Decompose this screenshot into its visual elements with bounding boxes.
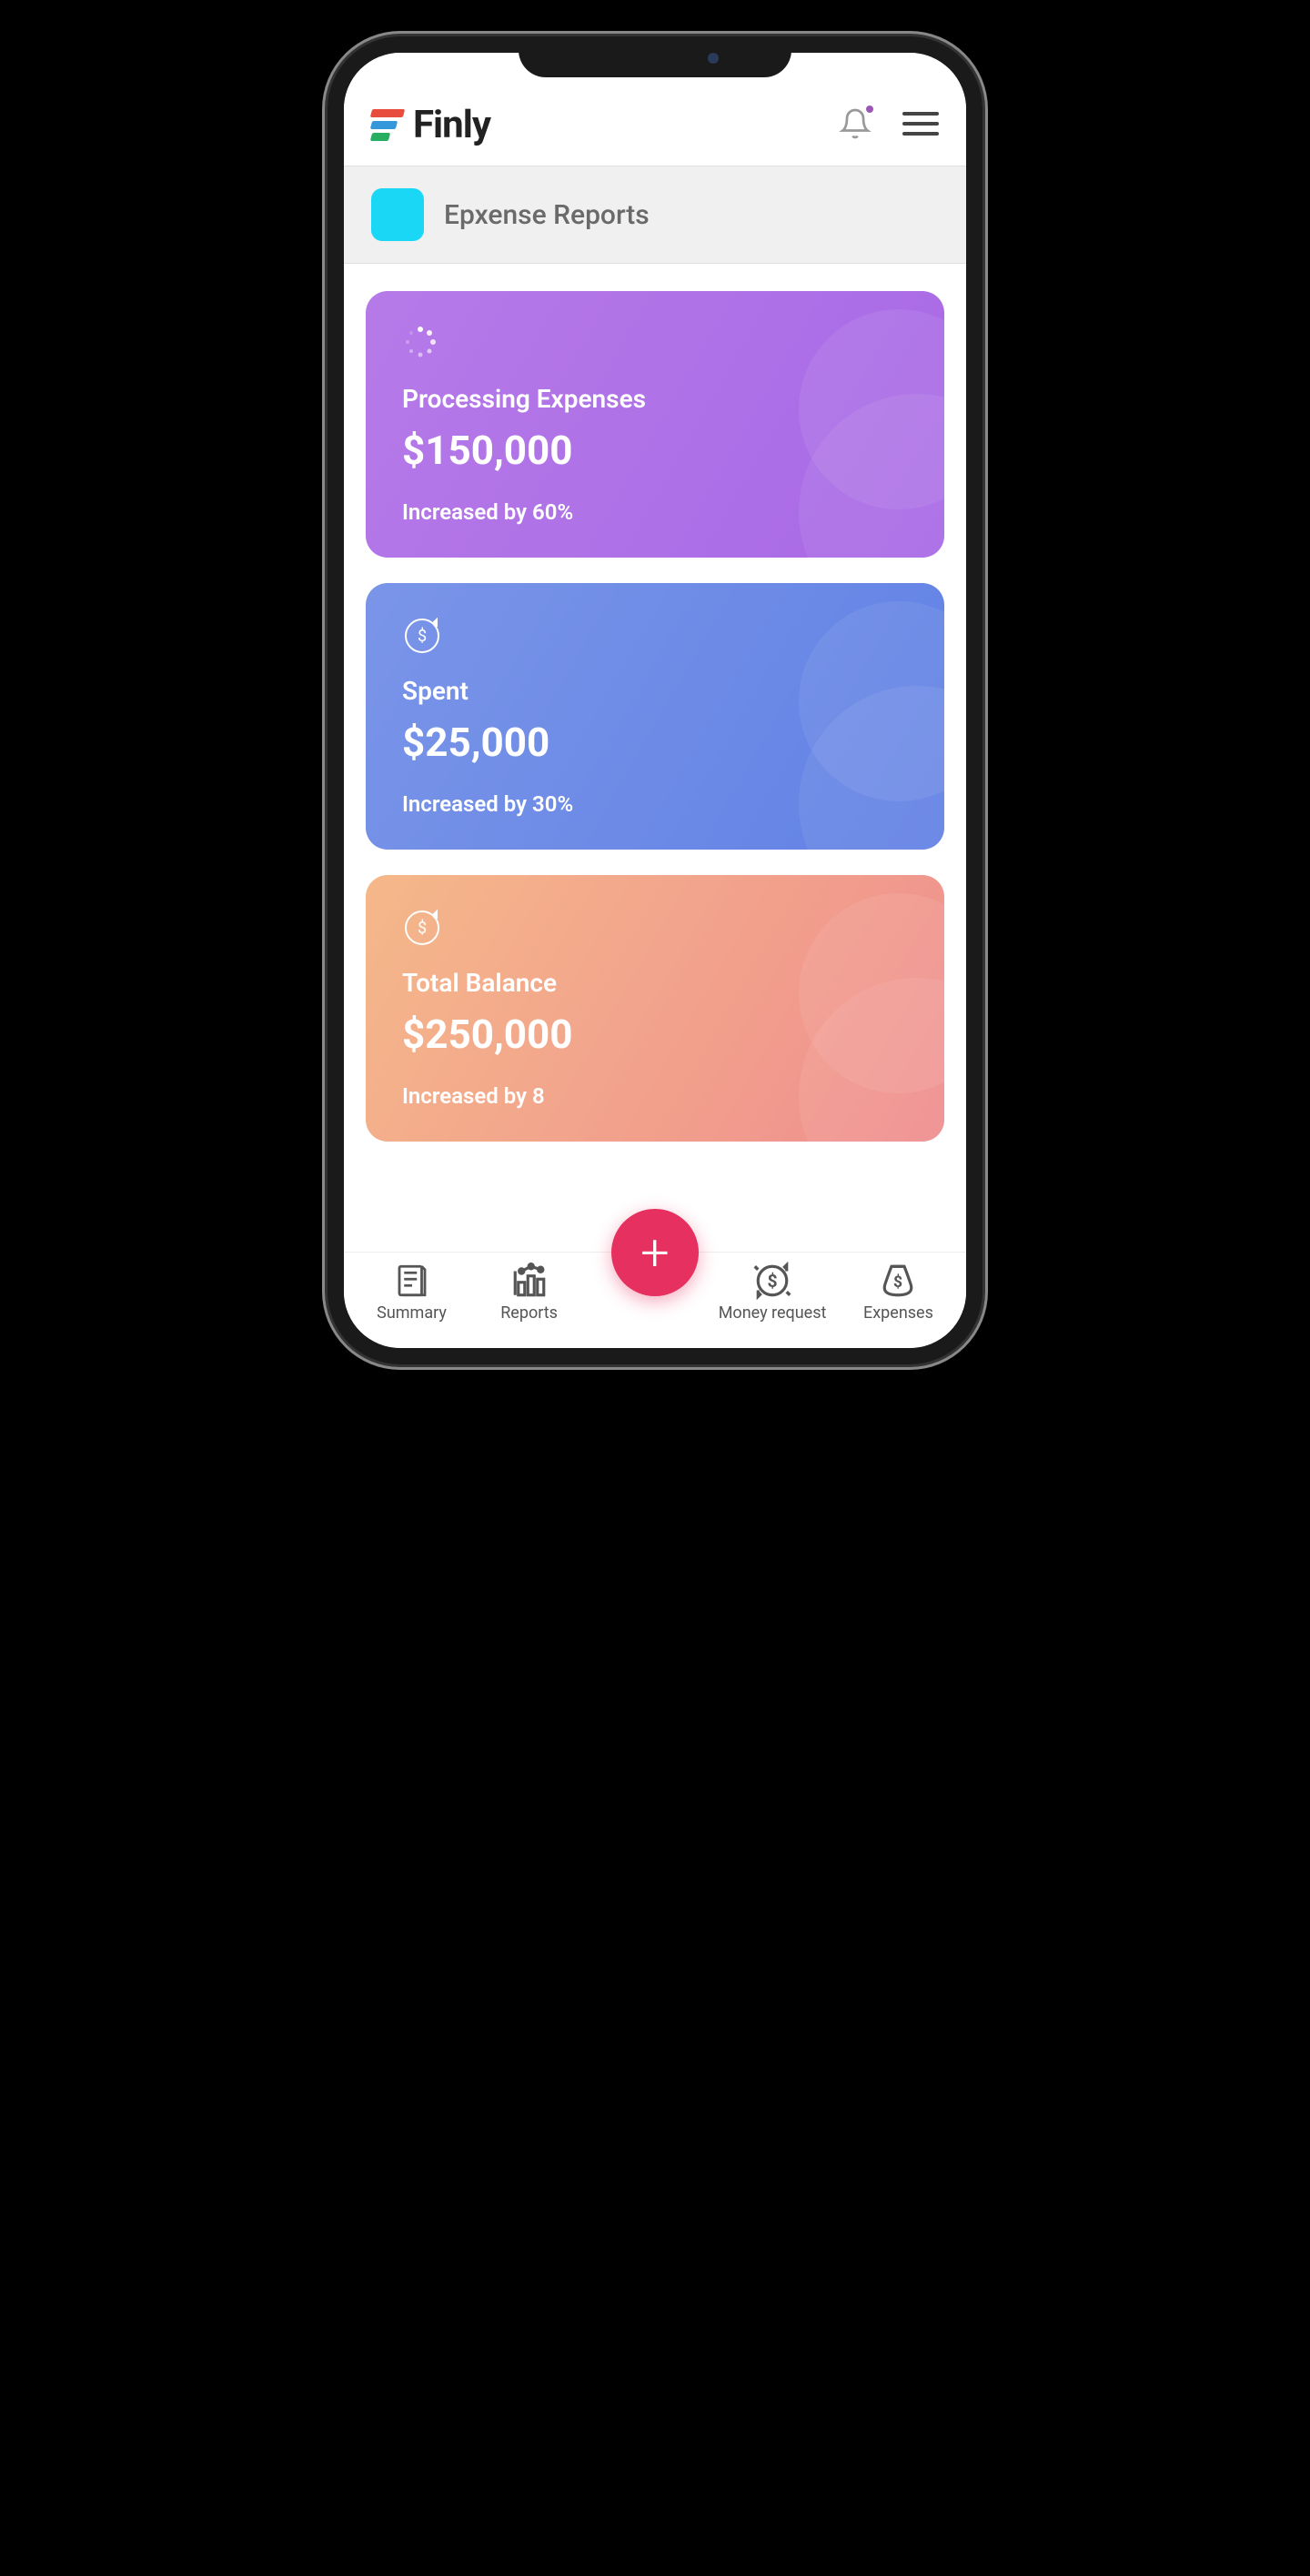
- content-area[interactable]: Processing Expenses $150,000 Increased b…: [344, 264, 966, 1252]
- svg-text:$: $: [418, 627, 427, 646]
- section-title: Epxense Reports: [444, 199, 650, 231]
- summary-icon: [393, 1262, 431, 1300]
- phone-frame: Finly: [328, 36, 982, 1364]
- notifications-button[interactable]: [839, 107, 872, 144]
- nav-summary[interactable]: Summary: [367, 1262, 458, 1323]
- brand-logo[interactable]: Finly: [371, 103, 490, 147]
- section-badge-icon: [371, 188, 424, 241]
- processing-expenses-card[interactable]: Processing Expenses $150,000 Increased b…: [366, 291, 944, 558]
- add-button[interactable]: +: [611, 1209, 699, 1296]
- nav-label: Money request: [719, 1303, 827, 1323]
- menu-button[interactable]: [902, 110, 939, 141]
- nav-expenses[interactable]: $ Expenses: [852, 1262, 943, 1323]
- svg-text:$: $: [418, 919, 427, 938]
- nav-reports[interactable]: Reports: [484, 1262, 575, 1323]
- hamburger-icon: [902, 110, 939, 137]
- section-header: Epxense Reports: [344, 166, 966, 264]
- spent-card[interactable]: $ Spent $25,000 Increased by 30%: [366, 583, 944, 850]
- bottom-nav: + Summary: [344, 1252, 966, 1348]
- reports-icon: [510, 1262, 549, 1300]
- plus-icon: +: [640, 1227, 670, 1278]
- notification-dot-icon: [866, 106, 873, 113]
- svg-text:$: $: [893, 1273, 902, 1292]
- total-balance-card[interactable]: $ Total Balance $250,000 Increased by 8: [366, 875, 944, 1142]
- nav-money-request[interactable]: $ Money request: [719, 1262, 827, 1323]
- nav-label: Summary: [377, 1303, 447, 1323]
- phone-notch: [519, 36, 791, 77]
- phone-screen: Finly: [344, 53, 966, 1348]
- brand-logo-icon: [371, 109, 404, 142]
- nav-label: Expenses: [863, 1303, 933, 1323]
- brand-name: Finly: [413, 103, 490, 147]
- nav-label: Reports: [500, 1303, 558, 1323]
- expenses-icon: $: [879, 1262, 917, 1300]
- svg-text:$: $: [768, 1271, 778, 1292]
- money-request-icon: $: [753, 1262, 791, 1300]
